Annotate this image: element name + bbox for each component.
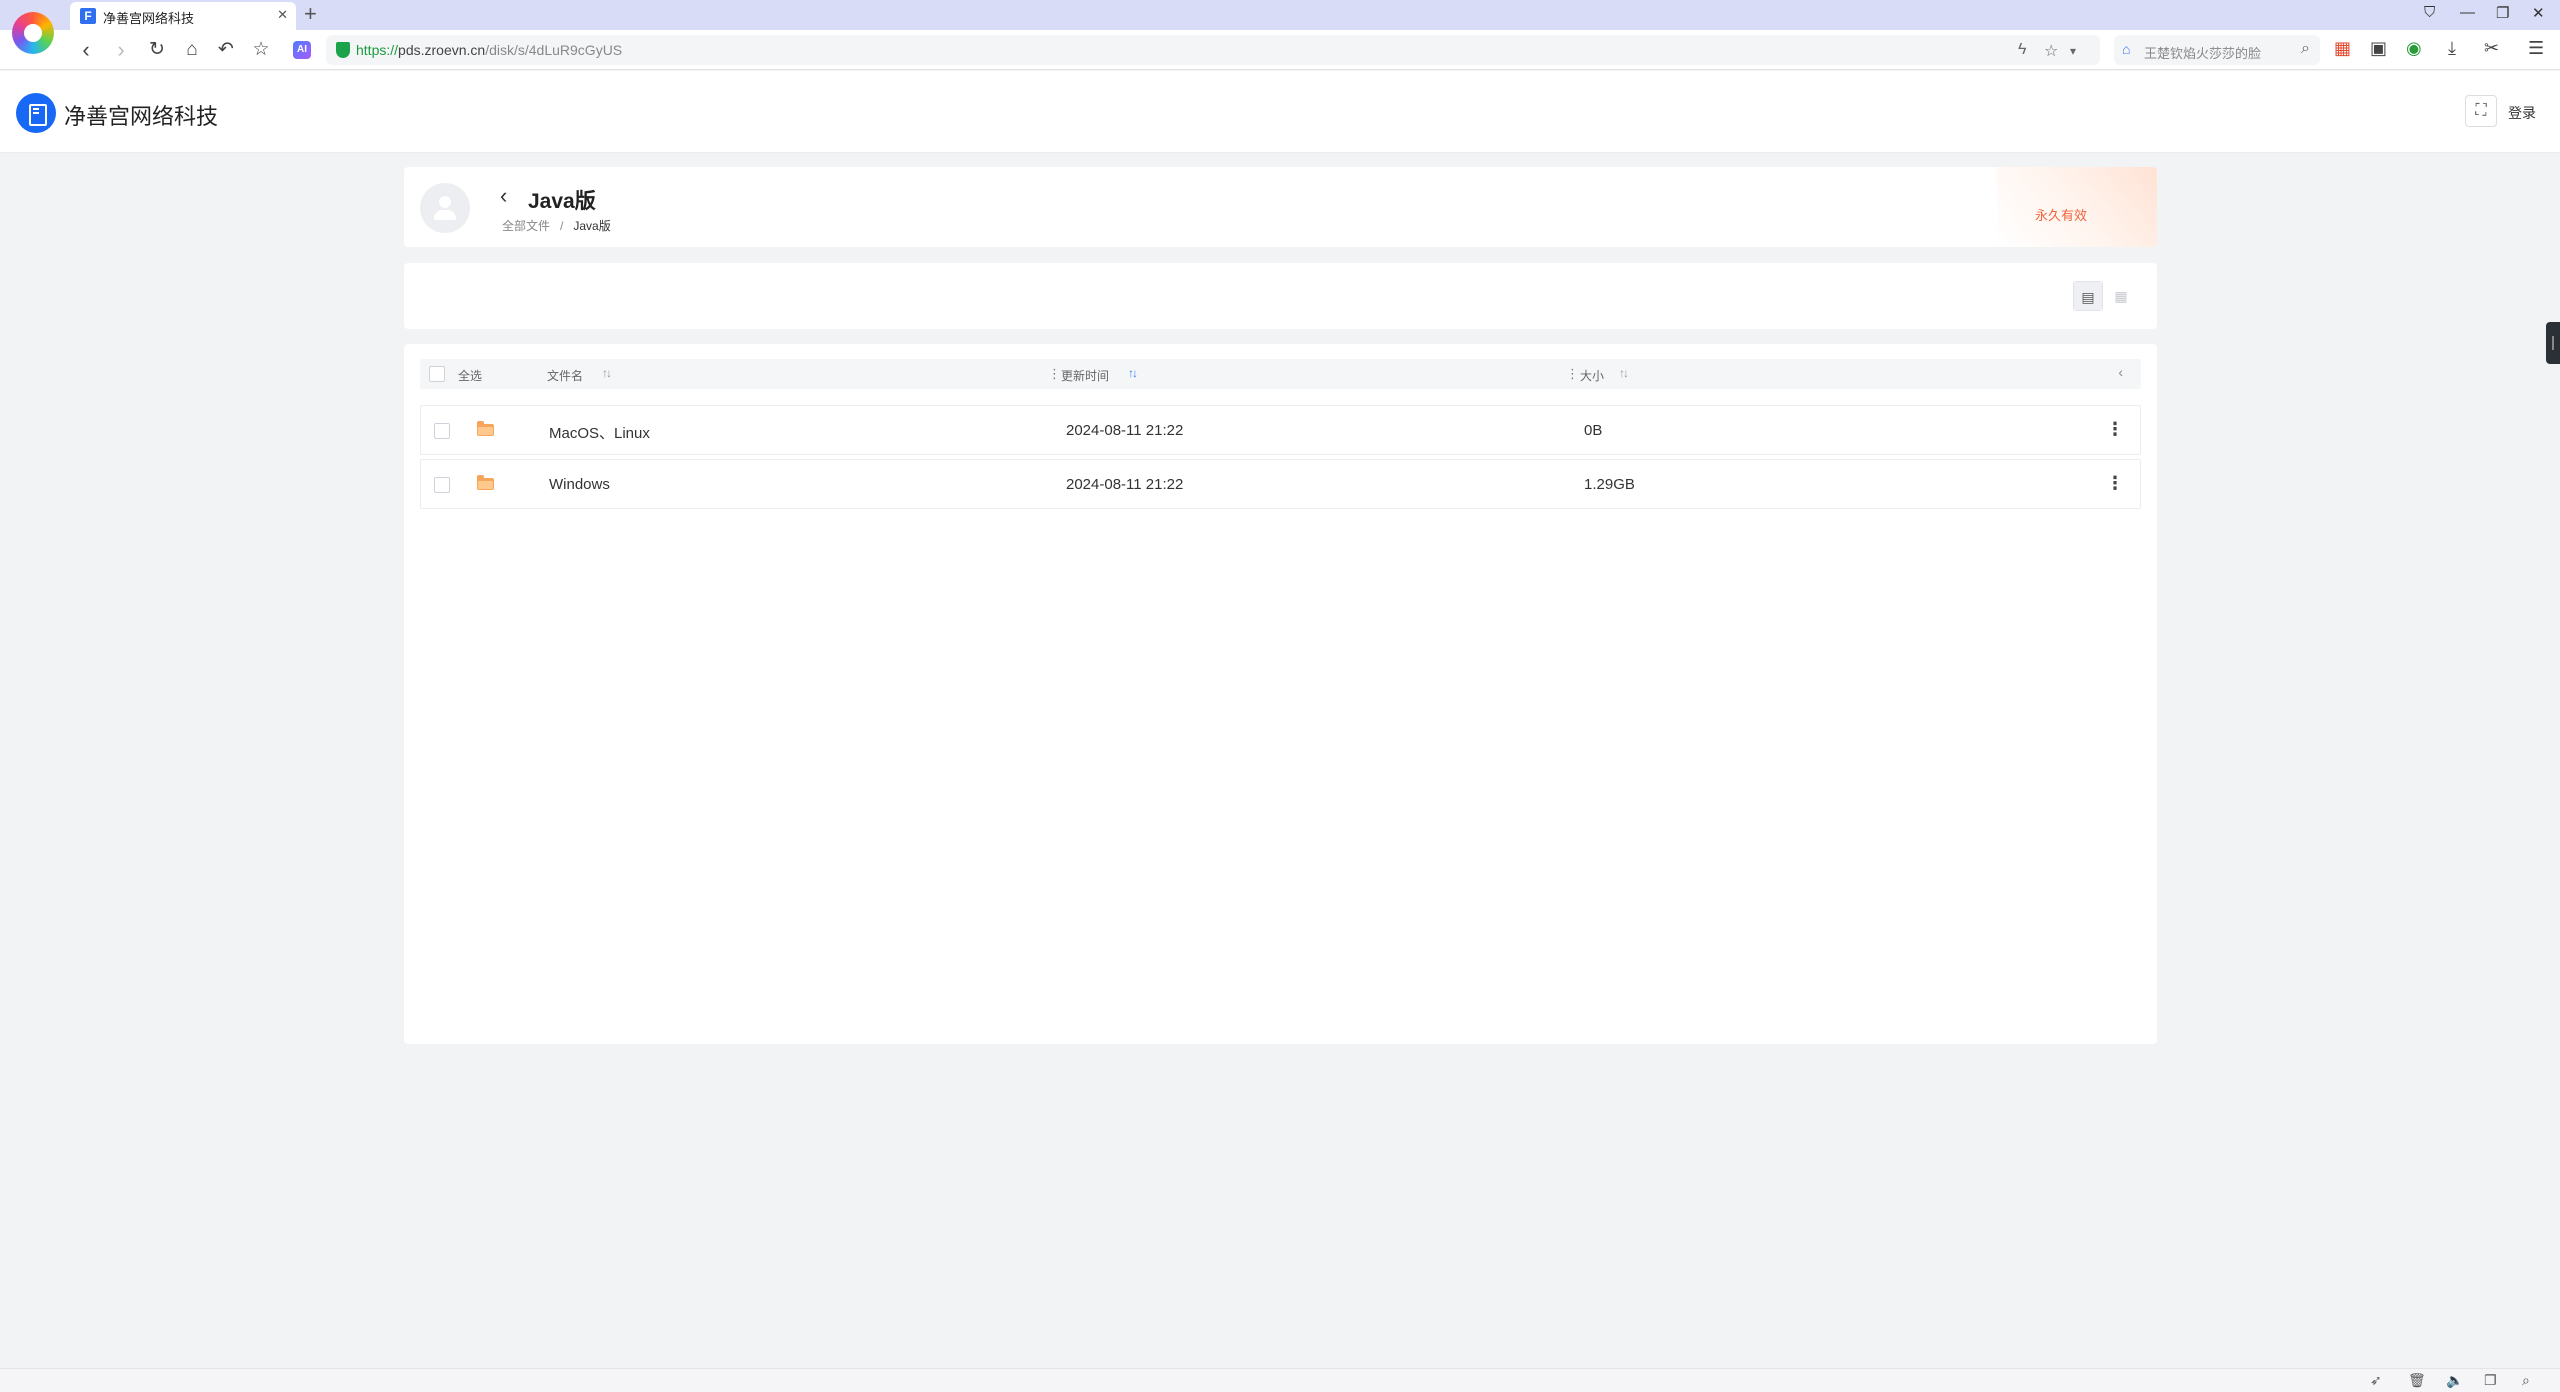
breadcrumb-separator: / [560,219,564,233]
apps-grid-icon[interactable]: ▦ [2334,38,2351,59]
new-tab-button[interactable]: + [304,2,317,26]
folder-title: Java版 [528,190,596,213]
shirt-skin-icon[interactable]: ⛉ [2424,4,2435,21]
more-actions-icon[interactable]: ⋮ [2106,418,2124,440]
file-name[interactable]: Windows [549,476,610,493]
speaker-icon[interactable]: 🔈 [2446,1372,2463,1389]
folder-icon [477,475,494,490]
menu-icon[interactable]: ☰ [2528,38,2544,59]
sort-name-icon[interactable]: ↑↓ [602,366,612,380]
file-size: 0B [1584,422,1603,439]
forward-nav-icon[interactable]: › [107,36,135,64]
breadcrumb: 全部文件 / Java版 [502,217,611,234]
back-nav-icon[interactable]: ‹ [72,36,100,64]
trash-icon[interactable]: 🗑 [2408,1372,2426,1389]
column-header-name[interactable]: 文件名 [547,367,583,384]
browser-status-bar: ➶ 🗑 🔈 ❐ ⌕ [0,1368,2560,1392]
window-icon[interactable]: ❐ [2484,1372,2497,1389]
ai-extension-icon[interactable]: AI [293,41,311,59]
more-actions-icon[interactable]: ⋮ [2106,472,2124,494]
search-placeholder: 王楚钦焰火莎莎的脸 [2144,46,2262,61]
url-text[interactable]: https://pds.zroevn.cn/disk/s/4dLuR9cGyUS [356,42,622,58]
share-info-card: ‹ Java版 全部文件 / Java版 永久有效 [404,167,2157,247]
rocket-icon[interactable]: ➶ [2370,1372,2382,1389]
zoom-icon[interactable]: ⌕ [2522,1372,2530,1389]
column-resize-handle-icon[interactable]: ⋮ [1048,366,1061,382]
column-resize-handle-icon[interactable]: ⋮ [1566,366,1579,382]
close-window-button[interactable]: ✕ [2532,4,2545,22]
undo-close-tab-icon[interactable]: ↶ [212,36,240,64]
column-header-time[interactable]: 更新时间 [1061,367,1109,384]
file-time: 2024-08-11 21:22 [1066,476,1184,493]
side-panel-handle[interactable] [2546,322,2560,364]
tab-close-icon[interactable]: ✕ [277,7,288,23]
select-all-checkbox[interactable] [429,366,445,382]
site-favicon-icon: F [80,8,96,24]
row-checkbox[interactable] [434,423,450,439]
search-engine-icon: ⌂ [2122,41,2131,57]
brand-name[interactable]: 净善宫网络科技 [64,99,218,131]
browser-toolbar: ‹ › ↻ ⌂ ↶ ☆ AI https://pds.zroevn.cn/dis… [0,30,2560,70]
extension-icon[interactable]: ◉ [2406,38,2422,59]
breadcrumb-current: Java版 [573,219,611,233]
minimize-window-button[interactable]: — [2460,4,2475,21]
secure-shield-icon [336,42,350,58]
bookmark-star-icon[interactable]: ☆ [247,36,275,64]
table-row[interactable]: MacOS、Linux 2024-08-11 21:22 0B ⋮ [420,405,2141,455]
validity-label: 永久有效 [2034,208,2087,223]
reload-icon[interactable]: ↻ [143,36,171,64]
download-icon[interactable]: ⤓ [2448,38,2456,59]
column-header-size[interactable]: 大小 [1580,367,1604,384]
grid-view-icon[interactable]: ▦ [2106,281,2136,311]
view-toolbar-card: ▤ ▦ [404,263,2157,329]
browser-tab-bar: F 净善宫网络科技 ✕ + ⛉ — ❐ ✕ [0,0,2560,30]
address-bar[interactable]: https://pds.zroevn.cn/disk/s/4dLuR9cGyUS… [326,35,2100,65]
sort-size-icon[interactable]: ↑↓ [1619,366,1629,380]
file-time: 2024-08-11 21:22 [1066,422,1184,439]
folder-icon [477,421,494,436]
file-name[interactable]: MacOS、Linux [549,422,650,443]
login-link[interactable]: 登录 [2508,103,2536,123]
browser-logo-icon[interactable] [12,12,54,54]
tab-title: 净善宫网络科技 [103,11,195,26]
list-view-icon[interactable]: ▤ [2073,281,2103,311]
table-row[interactable]: Windows 2024-08-11 21:22 1.29GB ⋮ [420,459,2141,509]
back-arrow-icon[interactable]: ‹ [500,185,507,207]
site-header: 净善宫网络科技 ⛶ 登录 [0,71,2560,153]
chevron-left-icon[interactable]: ‹ [2118,364,2123,380]
select-all-label[interactable]: 全选 [458,367,482,384]
row-checkbox[interactable] [434,477,450,493]
scissors-icon[interactable]: ✂ [2484,38,2499,59]
screen-capture-icon[interactable]: ▣ [2370,38,2387,59]
file-list-card: 全选 文件名 ↑↓ ⋮ 更新时间 ↑↓ ⋮ 大小 ↑↓ ‹ MacOS、Linu… [404,344,2157,1044]
scan-qr-icon[interactable]: ⛶ [2465,95,2497,127]
sharer-avatar [420,183,470,233]
search-icon[interactable]: ⌕ [2301,40,2310,58]
lightning-mode-icon[interactable]: ϟ [2018,41,2026,59]
sort-time-icon[interactable]: ↑↓ [1128,366,1138,380]
file-size: 1.29GB [1584,476,1635,493]
restore-window-button[interactable]: ❐ [2496,4,2509,22]
browser-tab-active[interactable]: F 净善宫网络科技 ✕ [70,2,296,30]
table-header: 全选 文件名 ↑↓ ⋮ 更新时间 ↑↓ ⋮ 大小 ↑↓ ‹ [420,359,2141,389]
home-icon[interactable]: ⌂ [178,36,206,64]
chevron-down-icon[interactable]: ▾ [2070,44,2076,58]
favorite-star-icon[interactable]: ☆ [2044,41,2058,61]
search-box[interactable]: ⌂ 王楚钦焰火莎莎的脸 ⌕ [2114,35,2320,65]
building-logo-icon[interactable] [16,93,56,133]
breadcrumb-root[interactable]: 全部文件 [502,219,550,233]
